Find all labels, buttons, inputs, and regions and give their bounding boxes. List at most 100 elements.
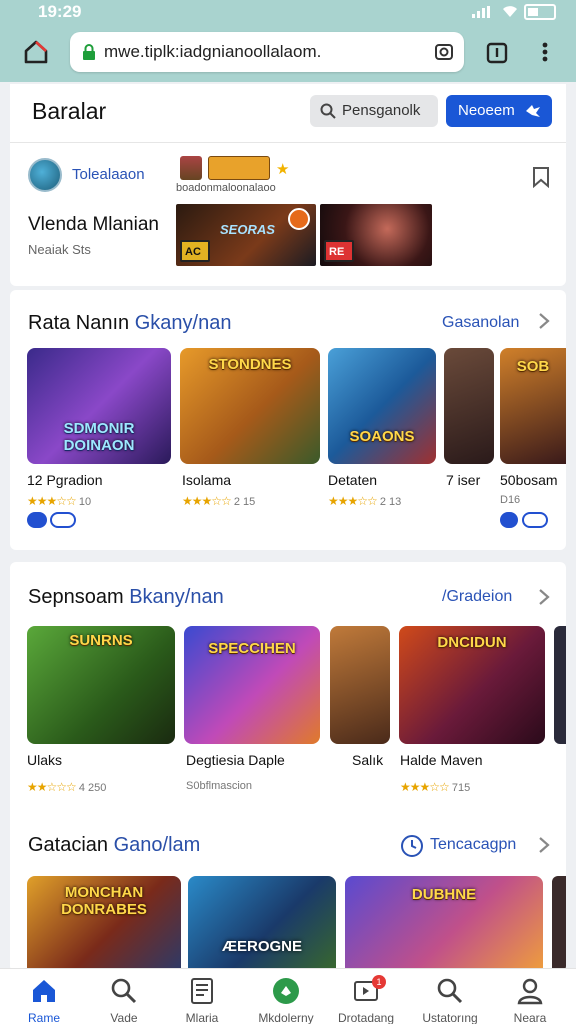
game-name[interactable]: 12 Pgradion — [27, 472, 103, 488]
account-name[interactable]: Tolealaaon — [72, 166, 145, 183]
nav-item-explore[interactable]: Ustatorıng — [410, 969, 490, 1024]
game-tile[interactable]: SPECCIHEN — [184, 626, 320, 744]
url-text: mwe.tiplk:iadgnianoollalaom. — [104, 42, 322, 61]
game-name[interactable]: Degtiesia Daple — [186, 752, 285, 768]
tile-art-text: ÆEROGNE — [221, 938, 302, 955]
game-tile[interactable]: ÆEROGNE — [188, 876, 336, 972]
game-tile[interactable] — [552, 876, 566, 972]
section-title-bold: Rata Nanın — [28, 312, 130, 334]
section-title-light: Gano/lam — [113, 834, 201, 856]
nav-label: Mlaria — [185, 1011, 219, 1024]
chevron-right-icon[interactable] — [538, 836, 550, 854]
game-meta: S0bflmascion — [186, 780, 253, 792]
screenshot-chip: AC — [180, 240, 210, 262]
avatar[interactable] — [28, 158, 62, 192]
nav-item-inbox[interactable]: 1 Drotadang — [326, 969, 406, 1024]
nav-label: Rame — [27, 1011, 60, 1024]
section-title-bold: Gatacian — [28, 834, 109, 856]
section-see-all-link[interactable]: /Gradeion — [442, 588, 512, 606]
game-name[interactable]: Ulaks — [27, 752, 62, 768]
nav-item-search[interactable]: Vade — [84, 969, 164, 1024]
nav-item-library[interactable]: Mlaria — [162, 969, 242, 1024]
notification-badge: 1 — [372, 975, 386, 989]
game-rating: ★★★☆☆ 715 — [400, 780, 471, 794]
tabs-icon[interactable] — [485, 40, 509, 64]
cta-button[interactable]: Neoeem — [446, 95, 552, 127]
game-rating: ★★★☆☆ 10 — [27, 494, 92, 508]
chevron-right-icon[interactable] — [538, 588, 550, 606]
header-card: Baralar Pensganolk Neoeem Tolealaaon Vle… — [10, 84, 566, 286]
section-see-all-link[interactable]: Tencacagpn — [430, 836, 516, 854]
wifi-icon — [503, 6, 517, 17]
game-name[interactable]: Halde Maven — [400, 752, 483, 768]
section-title-light: Gkany/nan — [134, 312, 232, 334]
address-bar[interactable]: mwe.tiplk:iadgnianoollalaom. — [70, 32, 464, 72]
rating-stars: ★★☆☆☆ — [27, 780, 77, 794]
game-tile[interactable] — [330, 626, 390, 744]
status-bar: 19:29 — [0, 0, 576, 26]
section-title: Gatacian Gano/lam — [28, 834, 200, 857]
nav-item-home[interactable]: Rame — [4, 969, 84, 1024]
game-tile[interactable]: STONDNES — [180, 348, 320, 464]
game-name[interactable]: Salık — [352, 752, 383, 768]
battery-icon — [524, 4, 556, 20]
browser-toolbar: mwe.tiplk:iadgnianoollalaom. — [0, 26, 576, 82]
nav-item-profile[interactable]: Neara — [490, 969, 570, 1024]
profile-icon — [517, 978, 543, 1005]
search-icon — [320, 103, 336, 119]
game-name[interactable]: Detaten — [328, 472, 377, 488]
game-icon — [273, 978, 299, 1004]
game-tile[interactable]: SOAONS — [328, 348, 436, 464]
nav-label: Drotadang — [337, 1011, 395, 1024]
clock-icon — [401, 835, 423, 857]
section-title: Sepnsoam Bkany/nan — [28, 586, 224, 609]
home-icon[interactable] — [22, 38, 50, 66]
tile-art-text: SOAONS — [349, 428, 415, 445]
tile-art-text: SOB — [516, 358, 550, 375]
game-rating: D16 — [500, 494, 521, 506]
gamepad-icon — [526, 105, 540, 117]
promo-mini-thumbnail — [180, 156, 202, 180]
chevron-right-icon[interactable] — [538, 312, 550, 330]
promo-screenshot[interactable]: RE — [320, 204, 432, 266]
platform-badge — [50, 512, 76, 528]
tile-art-text: MONCHAN DONRABES — [61, 884, 147, 918]
promo-logo-badge — [208, 156, 270, 180]
game-tile[interactable]: SOB — [500, 348, 566, 464]
promo-subtitle: Neaiak Sts — [28, 242, 91, 257]
game-tile[interactable] — [444, 348, 494, 464]
section-title: Rata Nanın Gkany/nan — [28, 312, 231, 335]
game-tile[interactable]: SDMONIR DOINAON — [27, 348, 171, 464]
game-tile[interactable]: DNCIDUN — [399, 626, 545, 744]
game-name[interactable]: Isolama — [182, 472, 231, 488]
search-icon — [111, 978, 137, 1004]
game-tile[interactable]: MONCHAN DONRABES — [27, 876, 181, 972]
camera-icon[interactable] — [434, 42, 454, 62]
search-button[interactable]: Pensganolk — [310, 95, 438, 127]
platform-badge — [500, 512, 518, 528]
lock-icon — [83, 44, 95, 60]
game-tile[interactable] — [554, 626, 566, 744]
tile-art-text: STONDNES — [208, 356, 292, 373]
game-name[interactable]: 50bosam — [500, 472, 558, 488]
game-tile[interactable]: DUBHNE — [345, 876, 543, 972]
tile-art-text: SUNRNS — [69, 632, 133, 649]
home-icon — [33, 980, 55, 1002]
screenshot-badge — [288, 208, 310, 230]
section-see-all-link[interactable]: Gasanolan — [442, 314, 519, 332]
section-title-light: Bkany/nan — [129, 586, 224, 608]
section-title-bold: Sepnsoam — [28, 586, 124, 608]
nav-item-games[interactable]: Mkdolerny — [246, 969, 326, 1024]
more-menu-icon[interactable] — [538, 40, 552, 64]
rating-stars: ★★★☆☆ — [27, 494, 77, 508]
game-name[interactable]: 7 iser — [446, 472, 480, 488]
bookmark-icon[interactable] — [532, 166, 550, 188]
search-button-label: Pensganolk — [342, 102, 421, 119]
divider — [10, 142, 566, 143]
tile-art-text: SPECCIHEN — [208, 640, 296, 657]
game-rating: ★★★☆☆ 2 13 — [328, 494, 402, 508]
game-tile[interactable]: SUNRNS — [27, 626, 175, 744]
search-icon — [437, 978, 463, 1004]
promo-screenshot[interactable]: SEORAS AC — [176, 204, 316, 266]
document-icon — [191, 978, 213, 1004]
